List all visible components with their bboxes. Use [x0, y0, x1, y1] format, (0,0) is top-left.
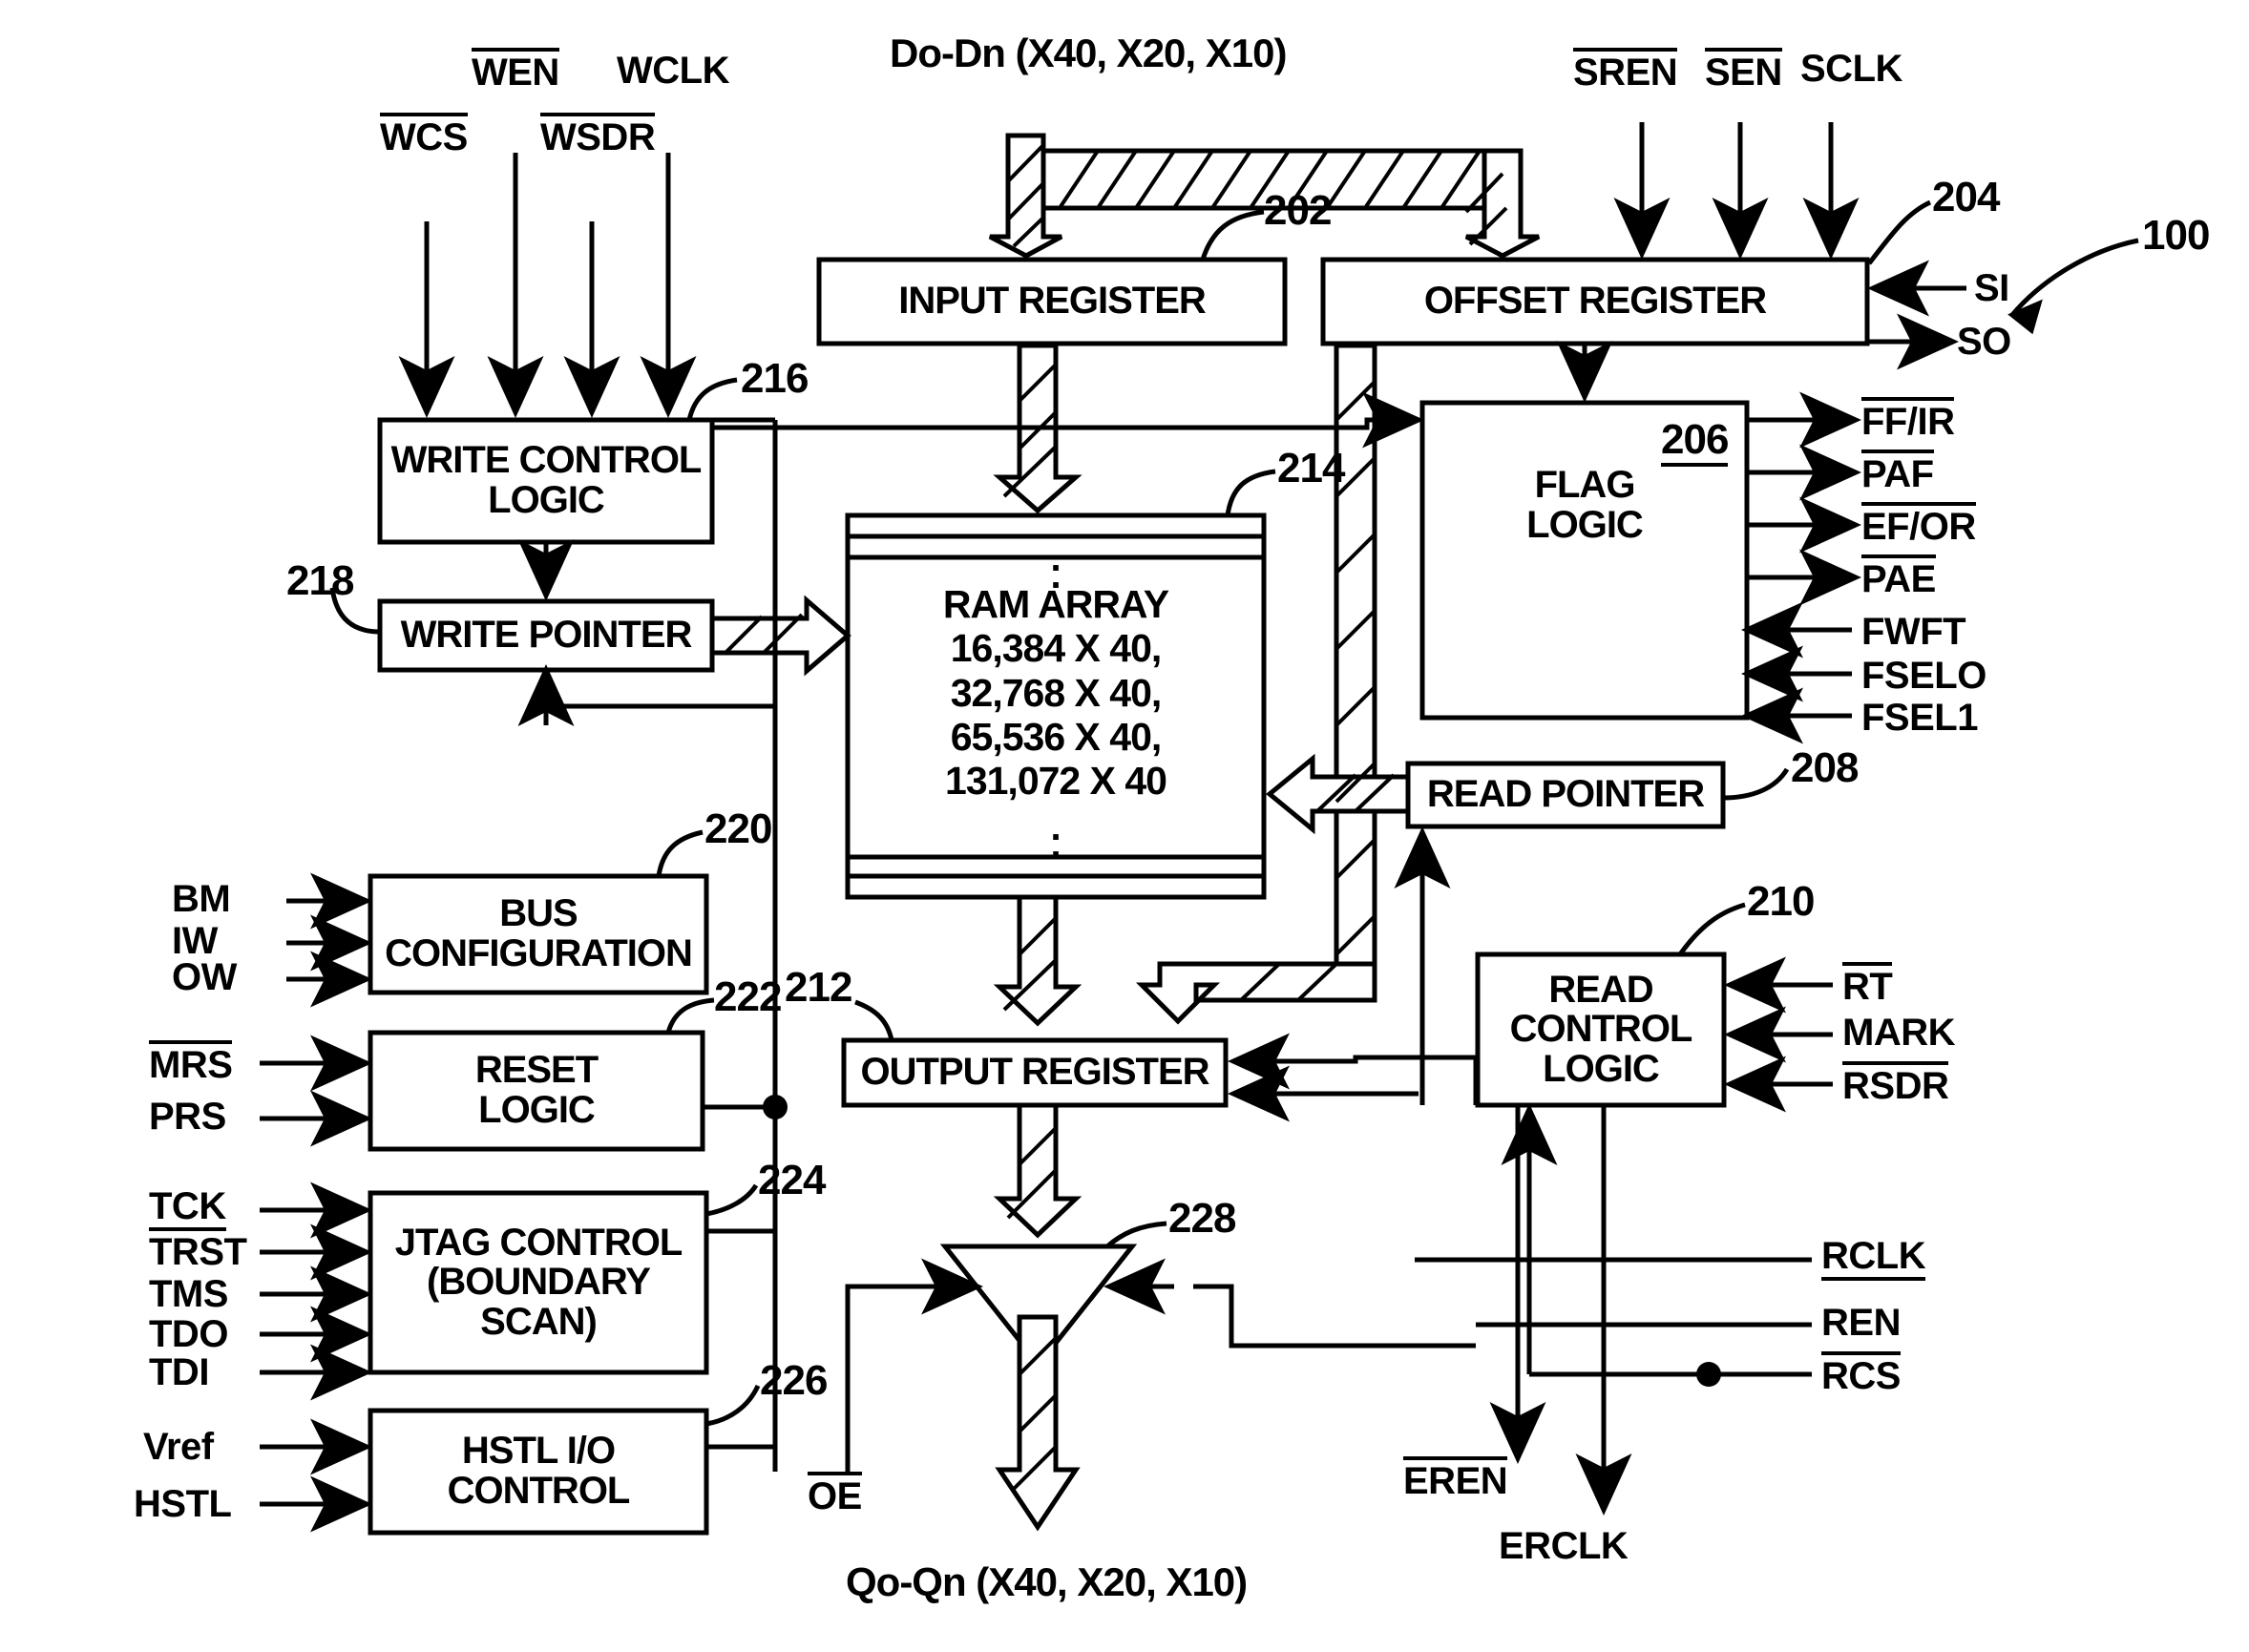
- ram-array-content: .. RAM ARRAY 16,384 X 40, 32,768 X 40, 6…: [848, 515, 1264, 897]
- leader-226: [705, 1384, 761, 1427]
- signal-label-rclk: RCLK: [1821, 1235, 1926, 1281]
- label-input-register: INPUT REGISTER: [898, 280, 1207, 323]
- signal-label-trst: TRST: [149, 1231, 247, 1273]
- wire-reset-to-wp: [543, 678, 775, 709]
- wire-oe-to-buffer: [845, 1284, 964, 1472]
- signal-label-wsdr: WSDR: [540, 113, 656, 159]
- leader-216: [686, 377, 738, 421]
- label-reset-logic: RESET LOGIC: [474, 1049, 599, 1131]
- label-jtag-control: JTAG CONTROL (BOUNDARY SCAN): [394, 1221, 683, 1343]
- label-bus-configuration: BUS CONFIGURATION: [385, 892, 693, 974]
- label-hstl-io-control: HSTL I/O CONTROL: [447, 1430, 631, 1512]
- signal-label-ff-ir: FF/IR: [1861, 397, 1955, 444]
- label-output-register: OUTPUT REGISTER: [860, 1051, 1209, 1094]
- signal-label-data-in: Do-Dn (X40, X20, X10): [890, 31, 1287, 75]
- signal-label-ren: REN: [1821, 1302, 1901, 1344]
- signal-label-tck: TCK: [149, 1185, 226, 1231]
- wire-wcl-to-flag: [712, 417, 1413, 430]
- reference-numeral-210: 210: [1747, 878, 1815, 925]
- signal-label-hstl: HSTL: [134, 1483, 232, 1525]
- label-write-pointer: WRITE POINTER: [400, 614, 693, 657]
- signal-label-tdo: TDO: [149, 1313, 228, 1355]
- ram-array-title: RAM ARRAY: [942, 582, 1169, 626]
- signal-label-rcs: RCS: [1821, 1351, 1901, 1398]
- junction-dot-reset: [763, 1095, 788, 1119]
- signal-label-oe: OE: [808, 1472, 862, 1518]
- signal-label-sclk: SCLK: [1800, 48, 1902, 90]
- ram-array-size-3: 65,536 X 40,: [950, 714, 1163, 759]
- reference-numeral-220: 220: [704, 805, 772, 852]
- ram-array-size-1: 16,384 X 40,: [950, 626, 1163, 671]
- signal-label-bm: BM: [172, 878, 231, 920]
- leader-100: [2010, 238, 2139, 317]
- patent-figure-canvas: WCS WEN WSDR WCLK Do-Dn (X40, X20, X10) …: [0, 0, 2249, 1652]
- leader-224: [705, 1183, 759, 1217]
- signal-label-data-out: Qo-Qn (X40, X20, X10): [846, 1559, 1248, 1604]
- reference-numeral-222: 222: [714, 973, 782, 1020]
- ram-array-text: RAM ARRAY 16,384 X 40, 32,768 X 40, 65,5…: [848, 582, 1264, 804]
- leader-222: [665, 997, 715, 1034]
- ram-array-size-2: 32,768 X 40,: [950, 670, 1163, 715]
- signal-label-mark: MARK: [1842, 1012, 1955, 1054]
- signal-label-ow: OW: [172, 956, 237, 998]
- signal-label-tms: TMS: [149, 1273, 228, 1315]
- signal-label-so: SO: [1957, 321, 2011, 363]
- signal-label-fselo: FSELO: [1861, 655, 1986, 697]
- signal-label-wcs: WCS: [380, 113, 468, 159]
- reference-numeral-204: 204: [1932, 174, 2000, 220]
- leader-208: [1722, 767, 1790, 801]
- signal-label-wclk: WCLK: [617, 50, 729, 92]
- reference-numeral-216: 216: [741, 355, 809, 402]
- label-read-control-logic: READ CONTROL LOGIC: [1509, 968, 1693, 1090]
- reference-numeral-224: 224: [758, 1157, 826, 1203]
- leader-202: [1200, 209, 1265, 261]
- signal-label-vref: Vref: [143, 1426, 214, 1468]
- junction-dot-rcs: [1696, 1362, 1721, 1387]
- reference-numeral-226: 226: [760, 1357, 828, 1404]
- signal-label-sren: SREN: [1573, 48, 1678, 94]
- reference-numeral-212: 212: [785, 964, 852, 1011]
- signal-label-rt: RT: [1842, 962, 1893, 1009]
- signal-label-fwft: FWFT: [1861, 611, 1966, 653]
- leader-210: [1677, 902, 1746, 956]
- label-offset-register: OFFSET REGISTER: [1423, 280, 1767, 323]
- signal-label-sen: SEN: [1705, 48, 1782, 94]
- wire-right-into-buffer: [1193, 1284, 1476, 1349]
- reference-numeral-206: 206: [1661, 416, 1729, 468]
- signal-label-rsdr: RSDR: [1842, 1061, 1949, 1108]
- leader-220: [656, 829, 704, 877]
- label-read-pointer: READ POINTER: [1426, 773, 1705, 816]
- signal-label-prs: PRS: [149, 1096, 226, 1138]
- ram-array-size-4: 131,072 X 40: [945, 759, 1167, 804]
- signal-label-tdi: TDI: [149, 1351, 209, 1393]
- signal-label-mrs: MRS: [149, 1040, 233, 1087]
- reference-numeral-218: 218: [286, 557, 354, 604]
- signal-label-si: SI: [1974, 267, 2009, 309]
- leader-204: [1867, 199, 1932, 265]
- ram-dots-top: ..: [1050, 537, 1061, 596]
- leader-214: [1225, 469, 1276, 516]
- reference-numeral-202: 202: [1264, 187, 1332, 234]
- ram-dots-bottom: ..: [1050, 806, 1061, 866]
- reference-numeral-228: 228: [1168, 1195, 1236, 1242]
- signal-label-pae: PAE: [1861, 554, 1936, 601]
- signal-label-erclk: ERCLK: [1499, 1525, 1629, 1567]
- leader-212: [854, 999, 894, 1041]
- label-write-control-logic: WRITE CONTROL LOGIC: [390, 439, 703, 521]
- signal-label-paf: PAF: [1861, 450, 1934, 496]
- bus-buffer-to-dataout: [995, 1314, 1081, 1532]
- reference-numeral-214: 214: [1277, 445, 1345, 491]
- signal-label-ef-or: EF/OR: [1861, 502, 1976, 549]
- bus-offset-to-outreg: [1135, 961, 1377, 1025]
- leader-228: [1105, 1221, 1167, 1248]
- signal-label-eren: EREN: [1403, 1456, 1508, 1503]
- signal-label-wen: WEN: [472, 48, 559, 94]
- reference-numeral-208: 208: [1791, 744, 1859, 791]
- reference-numeral-100: 100: [2142, 212, 2210, 259]
- signal-label-fsel1: FSEL1: [1861, 697, 1978, 739]
